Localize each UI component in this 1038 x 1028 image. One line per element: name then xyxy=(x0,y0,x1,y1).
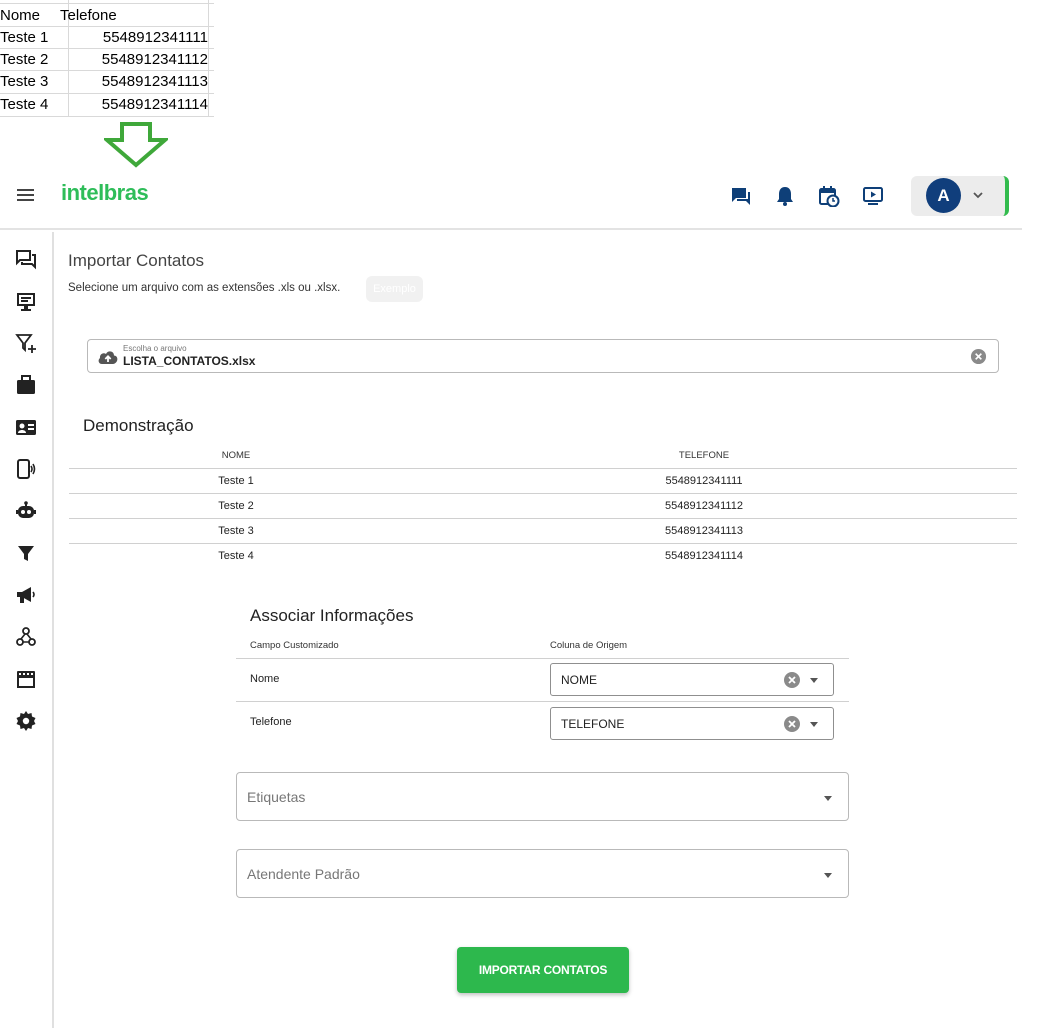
demo-cell-phone: 5548912341111 xyxy=(665,475,743,487)
file-upload-field[interactable]: Escolha o arquivo LISTA_CONTATOS.xlsx xyxy=(87,339,999,373)
demo-cell-phone: 5548912341113 xyxy=(665,525,743,537)
demo-cell-name: Teste 2 xyxy=(218,500,254,512)
select-value: TELEFONE xyxy=(561,717,625,731)
demo-cell-name: Teste 3 xyxy=(218,525,254,537)
default-agent-select-label: Atendente Padrão xyxy=(247,866,360,882)
page-title: Importar Contatos xyxy=(68,251,205,270)
briefcase-icon[interactable] xyxy=(15,374,37,396)
associate-divider xyxy=(236,701,849,702)
chats-icon[interactable] xyxy=(15,248,37,270)
file-field-value: LISTA_CONTATOS.xlsx xyxy=(123,354,256,368)
account-menu[interactable]: A xyxy=(911,176,1009,216)
source-select-telefone[interactable]: TELEFONE xyxy=(550,707,834,740)
sheet-cell-name: Teste 1 xyxy=(0,29,49,46)
caret-down-icon[interactable] xyxy=(809,676,819,684)
sheet-row-divider xyxy=(0,116,214,117)
phone-signal-icon[interactable] xyxy=(15,458,37,480)
avatar[interactable]: A xyxy=(926,178,961,213)
associate-field-label: Nome xyxy=(250,673,280,685)
down-arrow-icon xyxy=(104,122,168,168)
bell-icon[interactable] xyxy=(774,185,796,207)
table-row: Teste 3 5548912341113 xyxy=(69,519,1017,544)
filter-icon[interactable] xyxy=(15,542,37,564)
demo-header-telefone: TELEFONE xyxy=(678,450,730,461)
sheet-cell-name: Teste 4 xyxy=(0,96,49,113)
spreadsheet-preview: Nome Telefone Teste 1 5548912341111 Test… xyxy=(0,0,214,117)
contact-card-icon[interactable] xyxy=(15,416,37,438)
robot-icon[interactable] xyxy=(15,500,37,522)
sheet-cell-phone: 5548912341113 xyxy=(101,73,208,90)
settings-icon[interactable] xyxy=(15,710,37,732)
demo-table-header: NOME TELEFONE xyxy=(69,443,1017,469)
header-divider xyxy=(0,228,1022,230)
sheet-header-telefone: Telefone xyxy=(60,7,117,24)
source-select-nome[interactable]: NOME xyxy=(550,663,834,696)
sheet-top-border xyxy=(0,0,214,4)
sheet-cell-phone: 5548912341112 xyxy=(101,51,208,68)
clear-selection-icon[interactable] xyxy=(783,671,801,689)
associate-section-title: Associar Informações xyxy=(250,606,414,625)
sheet-cell-name: Teste 2 xyxy=(0,51,49,68)
demo-cell-phone: 5548912341114 xyxy=(665,550,743,562)
caret-down-icon[interactable] xyxy=(823,871,833,879)
tags-select-label: Etiquetas xyxy=(247,789,306,805)
tags-select[interactable]: Etiquetas xyxy=(236,772,849,821)
calendar-clock-icon[interactable] xyxy=(818,185,840,207)
table-row: Teste 1 5548912341111 xyxy=(69,469,1017,494)
video-play-icon[interactable] xyxy=(862,185,884,207)
sidebar-divider xyxy=(52,232,54,1028)
monitor-icon[interactable] xyxy=(15,290,37,312)
chat-icon[interactable] xyxy=(730,185,752,207)
megaphone-icon[interactable] xyxy=(15,584,37,606)
filter-plus-icon[interactable] xyxy=(15,332,37,354)
demo-cell-name: Teste 1 xyxy=(218,475,254,487)
select-value: NOME xyxy=(561,673,597,687)
associate-field-label: Telefone xyxy=(250,716,292,728)
file-field-label: Escolha o arquivo xyxy=(123,344,187,353)
store-icon[interactable] xyxy=(15,668,37,690)
chevron-down-icon[interactable] xyxy=(971,188,985,202)
sheet-cell-name: Teste 3 xyxy=(0,73,49,90)
sheet-cell-phone: 5548912341114 xyxy=(101,96,208,113)
demo-section-title: Demonstração xyxy=(83,416,194,435)
associate-header-field: Campo Customizado xyxy=(250,640,339,651)
example-button[interactable]: Exemplo xyxy=(366,276,423,302)
hamburger-menu-icon[interactable] xyxy=(15,184,37,206)
import-contacts-button[interactable]: IMPORTAR CONTATOS xyxy=(457,947,629,993)
associate-header-source: Coluna de Origem xyxy=(550,640,628,651)
table-row: Teste 4 5548912341114 xyxy=(69,544,1017,569)
cloud-upload-icon xyxy=(98,351,118,364)
caret-down-icon[interactable] xyxy=(823,794,833,802)
intelbras-logo: intelbras xyxy=(61,180,149,205)
demo-cell-phone: 5548912341112 xyxy=(665,500,743,512)
caret-down-icon[interactable] xyxy=(809,720,819,728)
sheet-header-nome: Nome xyxy=(0,7,41,24)
table-row: Teste 2 5548912341112 xyxy=(69,494,1017,519)
sheet-column-divider xyxy=(208,0,209,117)
demo-cell-name: Teste 4 xyxy=(218,550,254,562)
page-subtitle: Selecione um arquivo com as extensões .x… xyxy=(68,282,341,294)
webhook-icon[interactable] xyxy=(15,626,37,648)
sheet-cell-phone: 5548912341111 xyxy=(102,29,208,46)
clear-file-icon[interactable] xyxy=(970,348,987,365)
demo-header-nome: NOME xyxy=(221,450,251,461)
demo-table: NOME TELEFONE Teste 1 5548912341111 Test… xyxy=(69,443,1017,569)
associate-divider xyxy=(236,658,849,659)
clear-selection-icon[interactable] xyxy=(783,715,801,733)
default-agent-select[interactable]: Atendente Padrão xyxy=(236,849,849,898)
